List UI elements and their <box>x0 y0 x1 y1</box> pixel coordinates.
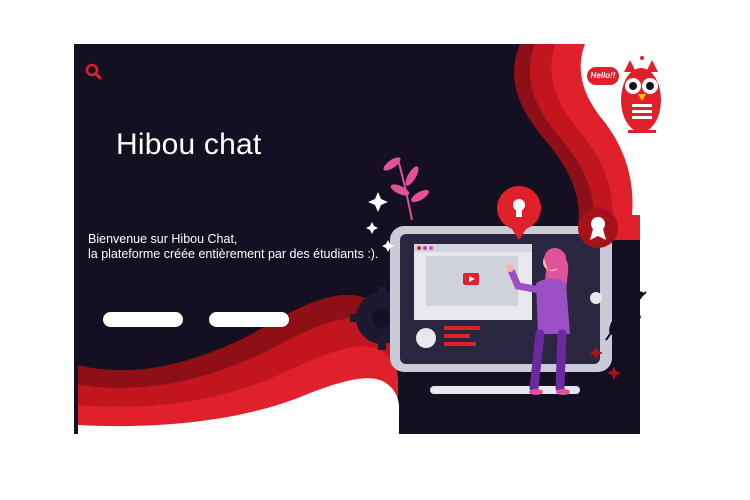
owl-logo-icon <box>621 56 661 133</box>
logo-hello-badge: Hello!! <box>587 67 619 85</box>
welcome-line-1: Bienvenue sur Hibou Chat, <box>88 232 238 246</box>
search-button[interactable] <box>84 62 104 82</box>
tablet-illustration <box>390 226 612 372</box>
search-icon <box>85 63 102 80</box>
award-badge-icon <box>578 208 618 248</box>
hero-button-1[interactable] <box>103 312 183 327</box>
page-title: Hibou chat <box>116 128 262 161</box>
hero-button-2[interactable] <box>209 312 289 327</box>
welcome-line-2: la plateforme créée entièrement par des … <box>88 247 379 261</box>
welcome-text: Bienvenue sur Hibou Chat, la plateforme … <box>88 232 378 262</box>
landing-page: Hello!! Hibou chat Bienvenue sur Hibou C… <box>0 0 750 500</box>
